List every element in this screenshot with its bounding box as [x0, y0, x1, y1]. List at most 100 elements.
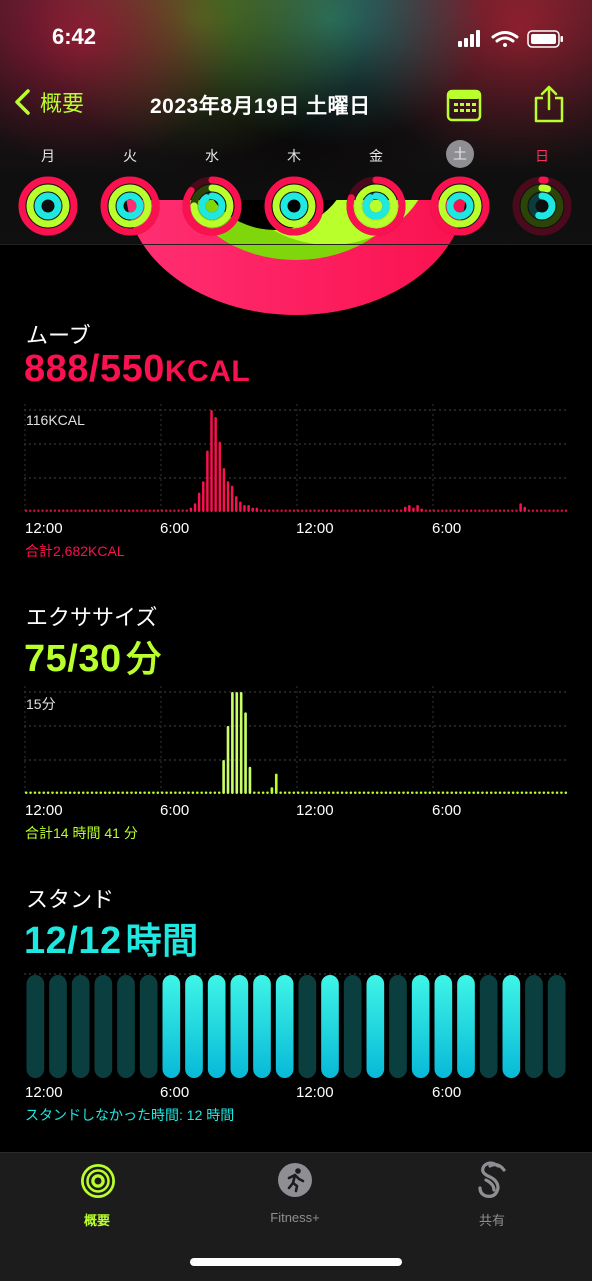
- day-ring-3[interactable]: [264, 176, 324, 236]
- bar-10: [66, 509, 69, 512]
- stand-tick-3: 6:00: [432, 1084, 462, 1101]
- bar-103: [449, 509, 452, 512]
- bar-26: [138, 791, 142, 794]
- share-icon[interactable]: [532, 84, 566, 124]
- day-label-5[interactable]: 土: [446, 140, 474, 168]
- day-ring-6[interactable]: [512, 176, 572, 236]
- bar-5: [46, 791, 50, 794]
- stand-bar-16: [389, 975, 407, 1078]
- bar-51: [235, 496, 238, 512]
- bar-100: [436, 509, 440, 512]
- bar-41: [204, 791, 208, 794]
- bar-57: [259, 509, 263, 512]
- day-ring-2[interactable]: [182, 176, 242, 236]
- bar-121: [555, 791, 559, 794]
- bar-22: [121, 791, 125, 794]
- calendar-icon[interactable]: [446, 88, 482, 122]
- bar-67: [318, 791, 322, 794]
- exercise-tick-0: 12:00: [25, 802, 63, 819]
- bar-87: [406, 791, 410, 794]
- bar-91: [424, 791, 427, 794]
- stand-bar-1: [49, 975, 67, 1078]
- move-total: 合計2,682KCAL: [25, 543, 125, 559]
- bar-79: [371, 791, 375, 794]
- bar-98: [428, 509, 432, 512]
- move-tick-3: 6:00: [432, 520, 462, 537]
- bar-14: [86, 791, 89, 794]
- bar-120: [519, 503, 522, 512]
- day-label-2[interactable]: 水: [192, 146, 232, 166]
- bar-56: [255, 507, 259, 512]
- bar-12: [74, 509, 77, 512]
- bar-5: [45, 509, 48, 512]
- tab-fitness-plus[interactable]: Fitness+: [235, 1160, 355, 1230]
- bar-82: [362, 509, 366, 512]
- day-label-1[interactable]: 火: [110, 146, 150, 166]
- bar-51: [248, 766, 252, 794]
- bar-12: [77, 791, 81, 794]
- bar-83: [366, 509, 370, 512]
- bar-30: [156, 791, 160, 794]
- tab-sharing[interactable]: 共有: [432, 1160, 552, 1230]
- bar-119: [515, 509, 518, 512]
- stand-ring-progress: [280, 192, 308, 220]
- bar-9: [64, 791, 67, 794]
- bar-37: [187, 791, 190, 794]
- bar-62: [296, 791, 300, 794]
- day-ring-1[interactable]: [100, 176, 160, 236]
- bar-69: [327, 791, 331, 794]
- bar-13: [78, 509, 81, 512]
- bar-127: [548, 509, 551, 512]
- stand-bar-13: [321, 975, 339, 1078]
- bar-123: [564, 791, 568, 794]
- day-label-4[interactable]: 金: [356, 146, 396, 166]
- bar-45: [222, 760, 225, 794]
- bar-55: [266, 791, 269, 794]
- tab-summary[interactable]: 概要: [37, 1160, 157, 1230]
- bar-101: [441, 509, 444, 512]
- day-label-6[interactable]: 日: [522, 146, 562, 166]
- bar-131: [564, 509, 568, 512]
- move-tick-0: 12:00: [25, 520, 63, 537]
- bar-1: [28, 509, 32, 512]
- bar-90: [419, 791, 423, 794]
- stand-ring-progress: [116, 192, 144, 220]
- bar-118: [542, 791, 546, 794]
- tab-summary-label: 概要: [83, 1213, 110, 1228]
- exercise-tick-3: 6:00: [432, 802, 462, 819]
- stand-bar-19: [457, 975, 475, 1078]
- bar-0: [24, 791, 28, 794]
- stand-ring-progress: [446, 192, 474, 220]
- day-ring-5[interactable]: [430, 176, 490, 236]
- move-tick-1: 6:00: [160, 520, 190, 537]
- bar-15: [86, 509, 90, 512]
- bar-54: [261, 791, 265, 794]
- bar-119: [546, 791, 550, 794]
- day-ring-0[interactable]: [18, 176, 78, 236]
- wifi-icon: [491, 31, 519, 47]
- day-label-3[interactable]: 木: [274, 146, 314, 166]
- bar-46: [214, 417, 217, 512]
- bar-43: [202, 481, 205, 512]
- day-label-0[interactable]: 月: [28, 146, 68, 166]
- bar-112: [516, 791, 519, 794]
- bar-86: [402, 791, 405, 794]
- bar-122: [560, 791, 563, 794]
- bar-68: [323, 791, 326, 794]
- bar-99: [459, 791, 462, 794]
- stand-bar-3: [94, 975, 113, 1078]
- bar-93: [408, 504, 411, 512]
- bar-37: [177, 509, 180, 512]
- bar-3: [38, 791, 41, 794]
- bar-102: [445, 509, 448, 512]
- bar-90: [395, 509, 399, 512]
- day-ring-4[interactable]: [346, 176, 406, 236]
- bar-121: [523, 506, 526, 512]
- bar-123: [531, 509, 535, 512]
- bar-40: [189, 507, 193, 512]
- bar-32: [165, 791, 168, 794]
- bar-114: [494, 509, 498, 512]
- bar-44: [206, 450, 209, 512]
- back-button[interactable]: 概要: [12, 86, 84, 118]
- bar-39: [195, 791, 199, 794]
